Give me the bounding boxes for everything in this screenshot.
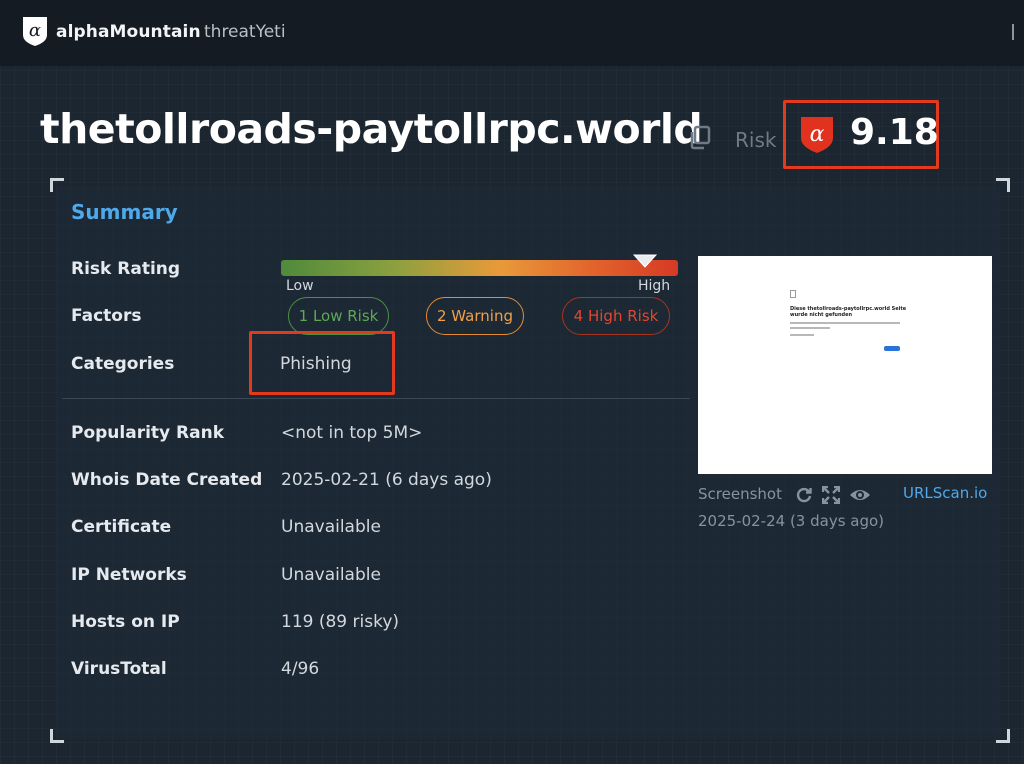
domain-title: thetollroads-paytollrpc.world [40,105,703,153]
categories-highlight [249,331,395,395]
panel-corner-bottom-right [996,729,1010,743]
brand-name[interactable]: alphaMountain [56,22,201,42]
risk-label: Risk [735,128,777,152]
panel-corner-top-left [50,178,64,192]
panel-corner-bottom-left [50,729,64,743]
eye-icon[interactable] [849,486,871,504]
window-edge-mark [1012,24,1014,40]
panel-corner-top-right [996,178,1010,192]
factor-high-risk-pill[interactable]: 4 High Risk [562,297,670,335]
screenshot-text-line [790,334,814,336]
risk-bar-high-label: High [638,278,671,294]
whois-date-value: 2025-02-21 (6 days ago) [281,470,492,490]
svg-text:α: α [29,20,41,41]
product-name: threatYeti [204,22,286,42]
document-icon [790,290,796,298]
summary-divider [62,398,690,399]
risk-rating-pointer-icon [633,254,658,268]
screenshot-button [884,346,900,351]
factor-warning-pill[interactable]: 2 Warning [426,297,524,335]
hosts-on-ip-value[interactable]: 119 (89 risky) [281,612,399,632]
popularity-rank-label: Popularity Rank [71,423,225,443]
screenshot-date: 2025-02-24 (3 days ago) [698,512,885,530]
risk-rating-label: Risk Rating [71,259,181,279]
certificate-value: Unavailable [281,517,381,537]
whois-date-label: Whois Date Created [71,470,263,490]
risk-rating-bar [281,260,678,276]
summary-title: Summary [71,200,178,224]
refresh-icon[interactable] [795,486,813,504]
site-screenshot[interactable]: Diese thetollroads-paytollrpc.world Seit… [698,256,992,474]
alphamountain-logo-icon[interactable]: α [20,15,50,47]
categories-label: Categories [71,354,175,374]
screenshot-text-line [790,322,900,324]
screenshot-text-line [790,327,830,329]
screenshot-label: Screenshot [698,485,782,503]
popularity-rank-value: <not in top 5M> [281,423,423,443]
ip-networks-label: IP Networks [71,565,187,585]
factor-low-risk-pill[interactable]: 1 Low Risk [288,297,389,335]
screenshot-page-title: Diese thetollroads-paytollrpc.world Seit… [790,306,907,318]
virustotal-label: VirusTotal [71,659,167,679]
certificate-label: Certificate [71,517,172,537]
factors-label: Factors [71,306,142,326]
virustotal-value[interactable]: 4/96 [281,659,319,679]
copy-icon[interactable] [686,123,714,151]
risk-bar-low-label: Low [286,278,314,294]
ip-networks-value: Unavailable [281,565,381,585]
urlscan-link[interactable]: URLScan.io [903,484,987,502]
expand-icon[interactable] [822,486,840,504]
risk-shield-icon: α [801,117,833,153]
hosts-on-ip-label: Hosts on IP [71,612,180,632]
svg-text:α: α [810,122,825,147]
risk-score: 9.18 [850,112,939,153]
